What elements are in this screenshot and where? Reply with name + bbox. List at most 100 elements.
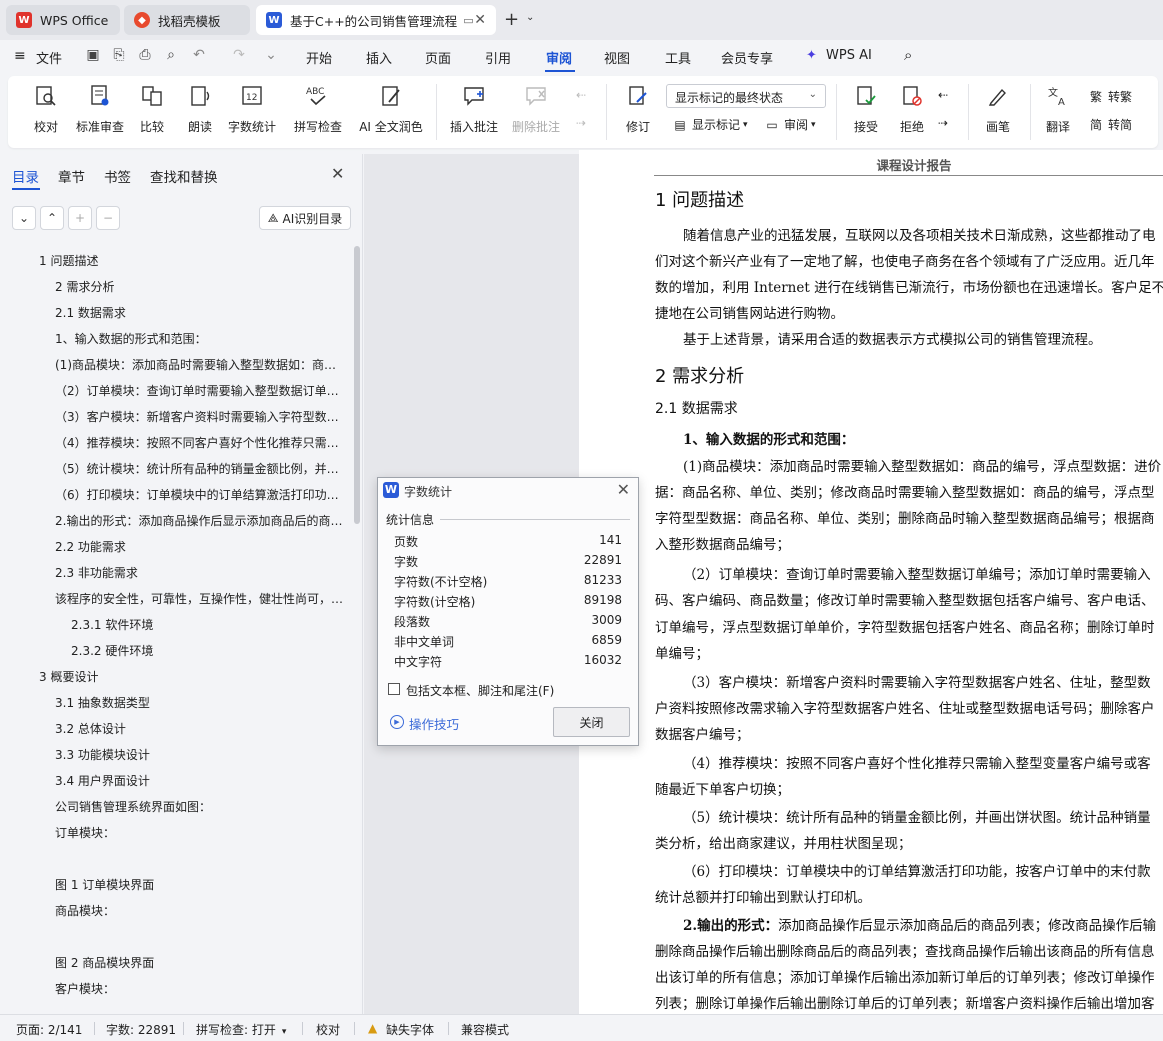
menu-insert[interactable]: 插入 — [366, 48, 392, 67]
to-simplified-button[interactable]: 简 转简 — [1088, 116, 1132, 133]
toc-scrollbar[interactable] — [354, 246, 360, 524]
previous-comment-icon[interactable]: ⇠ — [576, 88, 586, 102]
document-text-line: （4）推荐模块：按照不同客户喜好个性化推荐只需输入整型变量客户编号或客 — [683, 756, 1151, 772]
tab-template-store[interactable]: ◆ 找稻壳模板 — [124, 5, 250, 35]
toc-item[interactable]: （5）统计模块：统计所有品种的销量金额比例，并画出饼状图。 — [55, 460, 344, 477]
toc-item[interactable]: （2）订单模块：查询订单时需要输入整型数据订单编号；添加订单时 — [55, 382, 344, 399]
dialog-close-button[interactable]: 关闭 — [553, 707, 630, 737]
toc-item[interactable]: 2.3.1 软件环境 — [71, 616, 344, 633]
previous-change-icon[interactable]: ⇠ — [938, 88, 948, 102]
redo-icon[interactable]: ↷ — [230, 46, 248, 64]
standard-review-button[interactable]: 标准审查 — [70, 82, 130, 135]
markup-display-select[interactable]: 显示标记的最终状态 ⌄ — [666, 84, 826, 108]
to-traditional-button[interactable]: 繁 转繁 — [1088, 88, 1132, 105]
show-markup-button[interactable]: ▤ 显示标记 ▾ — [672, 116, 747, 133]
toc-item[interactable]: 客户模块： — [55, 980, 344, 997]
toc-item[interactable]: 2.1 数据需求 — [55, 304, 344, 321]
toc-item[interactable]: 2.2 功能需求 — [55, 538, 344, 555]
toc-item[interactable]: 3.2 总体设计 — [55, 720, 344, 737]
toc-item[interactable]: ▼该程序的安全性，可靠性，互操作性，健壮性尚可，易用性较差 — [55, 590, 344, 607]
menu-wps-ai[interactable]: WPS AI — [826, 48, 872, 63]
toc-item[interactable]: 2.输出的形式：添加商品操作后显示添加商品后的商品列表；修改 — [55, 512, 344, 529]
translate-button[interactable]: 文A 翻译 — [1028, 82, 1088, 135]
nav-tab-find-replace[interactable]: 查找和替换 — [150, 166, 218, 186]
read-aloud-button[interactable]: 朗读 — [170, 82, 230, 135]
toc-item[interactable]: 3.3 功能模块设计 — [55, 746, 344, 763]
toc-item[interactable]: （3）客户模块：新增客户资料时需要输入字符型数据客户姓名、住址 — [55, 408, 344, 425]
tab-document[interactable]: W 基于C++的公司销售管理流程 ▭ ✕ — [256, 5, 496, 35]
menu-review[interactable]: 审阅 — [546, 48, 572, 67]
dialog-titlebar[interactable]: W 字数统计 ✕ — [378, 478, 638, 502]
proofread-button[interactable]: 校对 — [16, 82, 76, 135]
toc-item[interactable]: （6）打印模块：订单模块中的订单结算激活打印功能，按客户订单 — [55, 486, 344, 503]
menu-file[interactable]: 文件 — [36, 48, 62, 67]
menu-tools[interactable]: 工具 — [665, 48, 691, 67]
tab-wps-office[interactable]: W WPS Office — [6, 5, 120, 35]
print-icon[interactable]: ⎙ — [136, 46, 154, 64]
menu-page[interactable]: 页面 — [425, 48, 451, 67]
tab-close-icon[interactable]: ✕ — [474, 12, 486, 28]
review-pane-button[interactable]: ▭ 审阅 ▾ — [764, 116, 815, 133]
include-textbox-footnotes-label[interactable]: 包括文本框、脚注和尾注(F) — [406, 682, 554, 699]
delete-comment-button[interactable]: 删除批注 — [504, 82, 568, 135]
reject-button[interactable]: 拒绝 — [882, 82, 942, 135]
pen-button[interactable]: 画笔 — [968, 82, 1028, 135]
status-spell-check[interactable]: 拼写检查: 打开 ▾ — [196, 1021, 286, 1038]
operation-tips-link[interactable]: 操作技巧 — [409, 714, 459, 733]
toc-item[interactable]: 商品模块： — [55, 902, 344, 919]
collapse-up-button[interactable]: ⌃ — [40, 206, 64, 230]
hamburger-icon[interactable]: ≡ — [14, 48, 26, 64]
status-proofread[interactable]: 校对 — [316, 1021, 340, 1038]
toc-item[interactable]: ▼3 概要设计 — [39, 668, 344, 685]
new-tab-plus-icon[interactable]: + — [504, 9, 519, 30]
status-missing-font[interactable]: 缺失字体 — [386, 1021, 434, 1038]
spell-check-button[interactable]: ABC 拼写检查 — [286, 82, 350, 135]
tab-list-chevron-icon[interactable]: ⌄ — [526, 12, 534, 23]
include-textbox-footnotes-checkbox[interactable] — [388, 683, 400, 695]
nav-tab-bookmarks[interactable]: 书签 — [104, 166, 131, 186]
toc-item[interactable]: 2.3.2 硬件环境 — [71, 642, 344, 659]
revision-button[interactable]: 修订 — [608, 82, 668, 135]
search-icon[interactable]: ⌕ — [904, 46, 912, 64]
toc-item[interactable]: 图 1 订单模块界面 — [55, 876, 344, 893]
dialog-close-icon[interactable]: ✕ — [617, 480, 630, 499]
toc-item[interactable]: 2 需求分析 — [55, 278, 344, 295]
undo-icon[interactable]: ↶ — [190, 46, 208, 64]
toc-item[interactable]: （4）推荐模块：按照不同客户喜好个性化推荐只需输入整型变量客户编号 — [55, 434, 344, 451]
print-preview-icon[interactable]: ⌕ — [162, 46, 180, 64]
toc-item[interactable]: 订单模块： — [55, 824, 344, 841]
nav-tab-sections[interactable]: 章节 — [58, 166, 85, 186]
menu-view[interactable]: 视图 — [604, 48, 630, 67]
status-word-count[interactable]: 字数: 22891 — [106, 1021, 176, 1038]
toc-item[interactable]: (1)商品模块：添加商品时需要输入整型数据如：商品的编号，浮点型数据 — [55, 356, 344, 373]
toc-item[interactable]: 图 2 商品模块界面 — [55, 954, 344, 971]
add-heading-button[interactable]: + — [68, 206, 92, 230]
expand-down-button[interactable]: ⌄ — [12, 206, 36, 230]
status-page[interactable]: 页面: 2/141 — [16, 1021, 82, 1038]
translate-icon: 文A — [1045, 82, 1071, 110]
menu-membership[interactable]: 会员专享 — [721, 48, 773, 67]
save-icon[interactable]: ▣ — [84, 46, 102, 64]
next-change-icon[interactable]: ⇢ — [938, 116, 948, 130]
word-count-button[interactable]: 12 字数统计 — [222, 82, 282, 135]
ai-polish-button[interactable]: AI 全文润色 — [358, 82, 424, 135]
document-page[interactable]: 课程设计报告 1 问题描述 随着信息产业的迅猛发展，互联网以及各项相关技术日渐成熟… — [579, 150, 1163, 1020]
toc-item[interactable]: ▼1 问题描述 — [39, 252, 344, 269]
menu-references[interactable]: 引用 — [485, 48, 511, 67]
nav-tab-toc[interactable]: 目录 — [12, 166, 39, 186]
next-comment-icon[interactable]: ⇢ — [576, 116, 586, 130]
remove-heading-button[interactable]: − — [96, 206, 120, 230]
monitor-icon[interactable]: ▭ — [463, 14, 473, 27]
close-pane-icon[interactable]: ✕ — [331, 164, 344, 183]
export-icon[interactable]: ⎘ — [110, 46, 128, 64]
toc-item[interactable]: 3.4 用户界面设计 — [55, 772, 344, 789]
toc-item[interactable]: 公司销售管理系统界面如图： — [55, 798, 344, 815]
insert-comment-button[interactable]: 插入批注 — [444, 82, 504, 135]
play-circle-icon[interactable]: ▶ — [390, 715, 404, 729]
toc-item[interactable]: 1、输入数据的形式和范围： — [55, 330, 344, 347]
toc-item[interactable]: 2.3 非功能需求 — [55, 564, 344, 581]
customize-toolbar-icon[interactable]: ⌄ — [262, 46, 280, 64]
toc-item[interactable]: 3.1 抽象数据类型 — [55, 694, 344, 711]
menu-start[interactable]: 开始 — [306, 48, 332, 67]
ai-toc-button[interactable]: ⟁ AI识别目录 — [259, 206, 351, 230]
